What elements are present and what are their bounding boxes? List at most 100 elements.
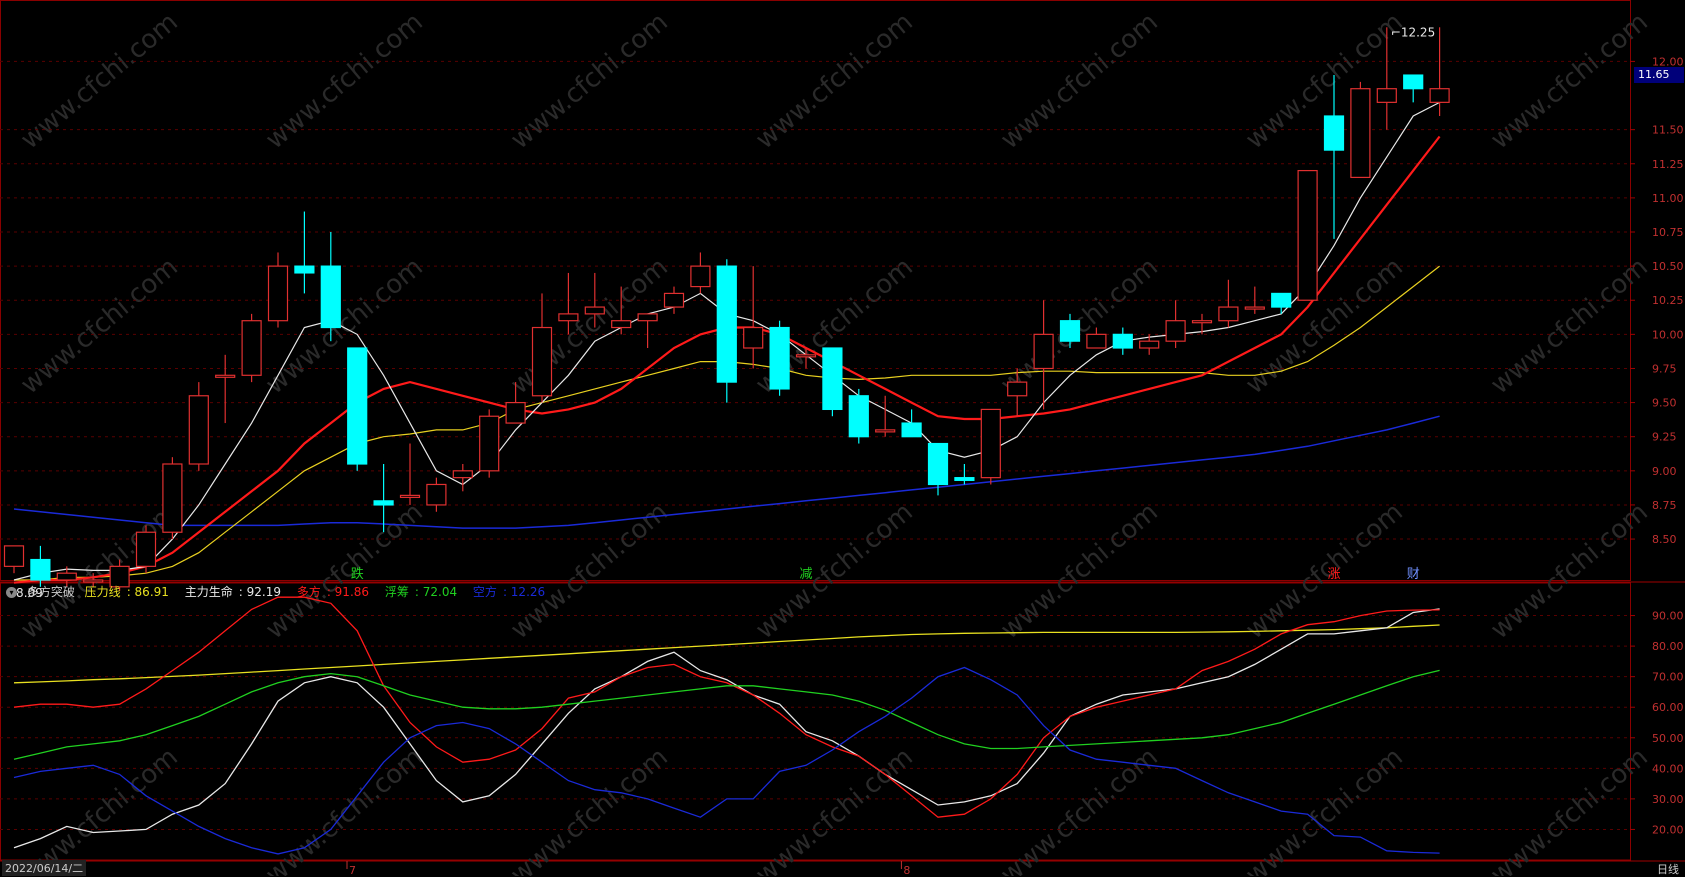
- price-tick-label: 9.00: [1652, 465, 1677, 478]
- candle-up: [135, 531, 157, 567]
- watermark-text: www.cfchi.com: [995, 7, 1164, 155]
- candle-up: [663, 292, 685, 308]
- watermark-text: www.cfchi.com: [15, 7, 184, 155]
- signal-marker: 跌: [351, 566, 364, 582]
- candle-down: [769, 326, 790, 390]
- candle-up: [188, 395, 209, 465]
- watermark-text: www.cfchi.com: [505, 497, 674, 645]
- stock-chart: www.cfchi.com www.cfchi.com www.cfchi.com w…: [0, 0, 1685, 876]
- candle-up: [3, 545, 25, 567]
- candle-up: [426, 483, 447, 506]
- watermark-text: www.cfchi.com: [1485, 742, 1654, 876]
- watermark-text: www.cfchi.com: [1485, 497, 1654, 645]
- candle-up: [1429, 88, 1450, 103]
- watermark-text: www.cfchi.com: [750, 497, 919, 645]
- indicator-tick-label: 30.00: [1652, 793, 1684, 806]
- candle-up: [743, 326, 764, 349]
- candle-up: [162, 463, 183, 533]
- legend-bull: 多方: 91.86: [296, 585, 370, 599]
- candle-up: [241, 320, 262, 376]
- candle-down: [927, 442, 949, 486]
- price-tick-label: 9.50: [1652, 397, 1677, 410]
- candle-down: [848, 395, 869, 438]
- candle-up: [215, 374, 236, 378]
- price-tick-label: 10.25: [1652, 294, 1684, 307]
- month-tick-label: 8: [903, 864, 910, 876]
- candle-up: [1033, 333, 1054, 370]
- price-tick-label: 10.50: [1652, 260, 1684, 273]
- candle-up: [531, 326, 553, 397]
- price-tick-label: 8.75: [1652, 499, 1677, 512]
- candle-down: [954, 477, 975, 481]
- candle-down: [1323, 115, 1345, 151]
- watermark-text: www.cfchi.com: [995, 742, 1164, 876]
- candle-up: [1350, 88, 1371, 179]
- candle-up: [875, 429, 896, 433]
- indicator-line-浮筹: [13, 669, 1440, 760]
- legend-float: 浮筹: 72.04: [384, 585, 458, 599]
- ma60-line: [13, 415, 1440, 529]
- month-tick-label: 7: [349, 864, 356, 876]
- watermark-text: www.cfchi.com: [15, 252, 184, 400]
- watermark-text: www.cfchi.com: [1485, 7, 1654, 155]
- indicator-tick-label: 50.00: [1652, 732, 1684, 745]
- watermark-text: www.cfchi.com: [505, 742, 674, 876]
- candle-up: [479, 415, 500, 472]
- indicator-tick-label: 80.00: [1652, 640, 1684, 653]
- price-tick-label: 10.75: [1652, 226, 1684, 239]
- indicator-line-空方: [13, 666, 1440, 855]
- watermark-text: www.cfchi.com: [15, 742, 184, 876]
- price-tick-label: 9.25: [1652, 431, 1677, 444]
- candle-up: [1218, 306, 1239, 322]
- candle-up: [1007, 381, 1028, 397]
- watermark-text: www.cfchi.com: [260, 497, 429, 645]
- candle-up: [611, 320, 632, 329]
- watermark-text: www.cfchi.com: [1485, 252, 1654, 400]
- candle-down: [320, 265, 341, 329]
- legend-bear: 空方: 12.26: [472, 585, 546, 599]
- candle-up: [399, 494, 421, 498]
- candle-up: [558, 313, 579, 322]
- candle-down: [347, 347, 368, 465]
- candle-down: [30, 558, 51, 581]
- candle-down: [822, 347, 843, 411]
- high-price-marker: ⌐12.25: [1391, 25, 1435, 39]
- cursor-date-label: 2022/06/14/二: [2, 860, 87, 876]
- candle-up: [1297, 169, 1318, 301]
- indicator-tick-label: 60.00: [1652, 701, 1684, 714]
- candle-up: [1086, 333, 1107, 349]
- period-label[interactable]: 日线: [1657, 861, 1679, 877]
- signal-marker: 财: [1407, 567, 1420, 582]
- indicator-title: 多方突破: [26, 585, 75, 599]
- watermark-text: www.cfchi.com: [505, 252, 674, 400]
- signal-marker: 涨: [1327, 567, 1340, 582]
- price-tick-label: 11.25: [1652, 158, 1684, 171]
- indicator-line-压力线: [13, 624, 1440, 684]
- watermark-text: www.cfchi.com: [750, 742, 919, 876]
- indicator-tick-label: 90.00: [1652, 610, 1684, 623]
- candle-up: [795, 354, 817, 358]
- signal-marker: 减: [799, 567, 812, 582]
- candle-up: [584, 306, 605, 315]
- candle-up: [56, 572, 77, 581]
- chevron-down-icon[interactable]: ▾: [6, 587, 17, 598]
- price-tick-label: 11.00: [1652, 192, 1684, 205]
- indicator-tick-label: 70.00: [1652, 671, 1684, 684]
- watermark-text: www.cfchi.com: [260, 7, 429, 155]
- price-tick-label: 8.50: [1652, 533, 1677, 546]
- watermark-text: www.cfchi.com: [995, 497, 1164, 645]
- candle-up: [1139, 340, 1160, 349]
- candle-up: [1165, 320, 1186, 342]
- candle-up: [1191, 320, 1213, 324]
- legend-pressure: 压力线: 86.91: [84, 585, 169, 599]
- candle-up: [637, 313, 658, 322]
- legend-main-life: 主力生命: 92.19: [184, 585, 281, 599]
- candle-down: [373, 500, 394, 506]
- candle-up: [1244, 306, 1265, 310]
- candle-up: [83, 579, 104, 583]
- candle-up: [980, 408, 1001, 479]
- price-tick-label: 9.75: [1652, 362, 1677, 375]
- price-tick-label: 10.00: [1652, 328, 1684, 341]
- watermark-text: www.cfchi.com: [260, 742, 429, 876]
- candle-down: [716, 265, 737, 383]
